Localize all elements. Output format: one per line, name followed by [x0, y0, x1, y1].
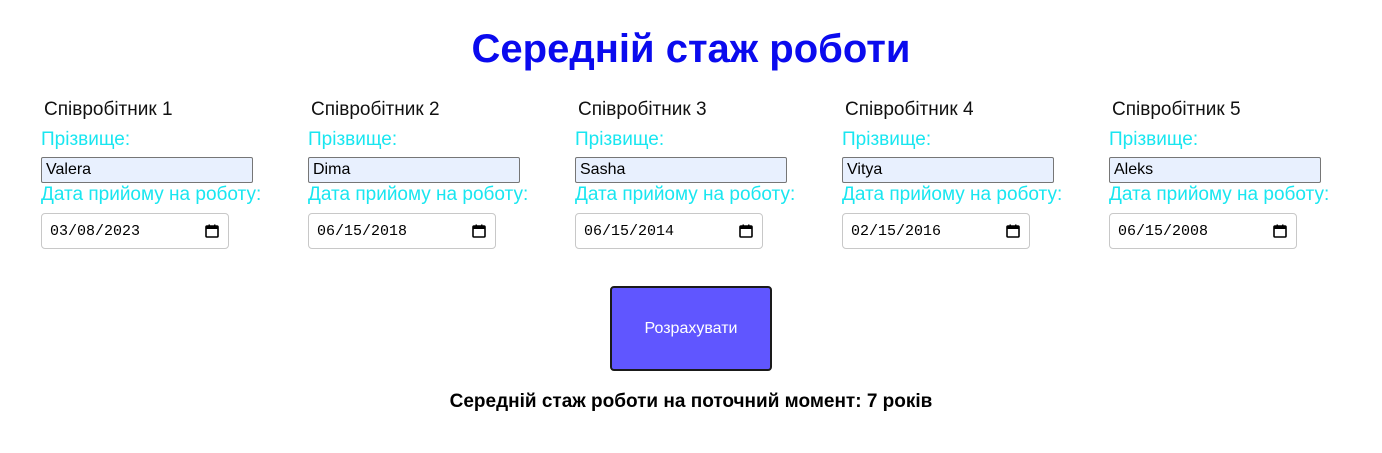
- hire-date-value: 06/15/2018: [317, 223, 408, 240]
- calendar-icon[interactable]: [472, 224, 486, 238]
- hire-date-input[interactable]: 06/15/2008: [1109, 213, 1297, 249]
- calendar-icon[interactable]: [739, 224, 753, 238]
- hire-date-input[interactable]: 06/15/2014: [575, 213, 763, 249]
- employee-header: Співробітник 3: [578, 99, 707, 120]
- hire-date-input[interactable]: 06/15/2018: [308, 213, 496, 249]
- surname-input[interactable]: [41, 157, 253, 183]
- surname-label: Прізвище:: [1109, 129, 1199, 150]
- surname-label: Прізвище:: [575, 129, 665, 150]
- result-text: Середній стаж роботи на поточний момент:…: [449, 391, 933, 412]
- surname-input[interactable]: [308, 157, 520, 183]
- calculate-button[interactable]: Розрахувати: [610, 286, 772, 371]
- surname-input[interactable]: [842, 157, 1054, 183]
- page-title: Середній стаж роботи: [471, 27, 911, 71]
- employees-row: Співробітник 1 Прізвище: Дата прийому на…: [0, 98, 1382, 258]
- hire-date-value: 06/15/2008: [1118, 223, 1209, 240]
- hire-date-input[interactable]: 02/15/2016: [842, 213, 1030, 249]
- page: Середній стаж роботи Співробітник 1 Пріз…: [0, 0, 1382, 453]
- hire-date-value: 06/15/2014: [584, 223, 675, 240]
- employee-header: Співробітник 4: [845, 99, 974, 120]
- hire-date-label: Дата прийому на роботу:: [41, 184, 262, 205]
- calendar-icon[interactable]: [1006, 224, 1020, 238]
- hire-date-input[interactable]: 03/08/2023: [41, 213, 229, 249]
- surname-label: Прізвище:: [842, 129, 932, 150]
- employee-header: Співробітник 2: [311, 99, 440, 120]
- calendar-icon[interactable]: [205, 224, 219, 238]
- hire-date-value: 02/15/2016: [851, 223, 942, 240]
- surname-label: Прізвище:: [308, 129, 398, 150]
- employee-header: Співробітник 1: [44, 99, 173, 120]
- surname-input[interactable]: [1109, 157, 1321, 183]
- hire-date-value: 03/08/2023: [50, 223, 141, 240]
- surname-label: Прізвище:: [41, 129, 131, 150]
- hire-date-label: Дата прийому на роботу:: [575, 184, 796, 205]
- calendar-icon[interactable]: [1273, 224, 1287, 238]
- hire-date-label: Дата прийому на роботу:: [842, 184, 1063, 205]
- hire-date-label: Дата прийому на роботу:: [308, 184, 529, 205]
- employee-header: Співробітник 5: [1112, 99, 1241, 120]
- hire-date-label: Дата прийому на роботу:: [1109, 184, 1330, 205]
- surname-input[interactable]: [575, 157, 787, 183]
